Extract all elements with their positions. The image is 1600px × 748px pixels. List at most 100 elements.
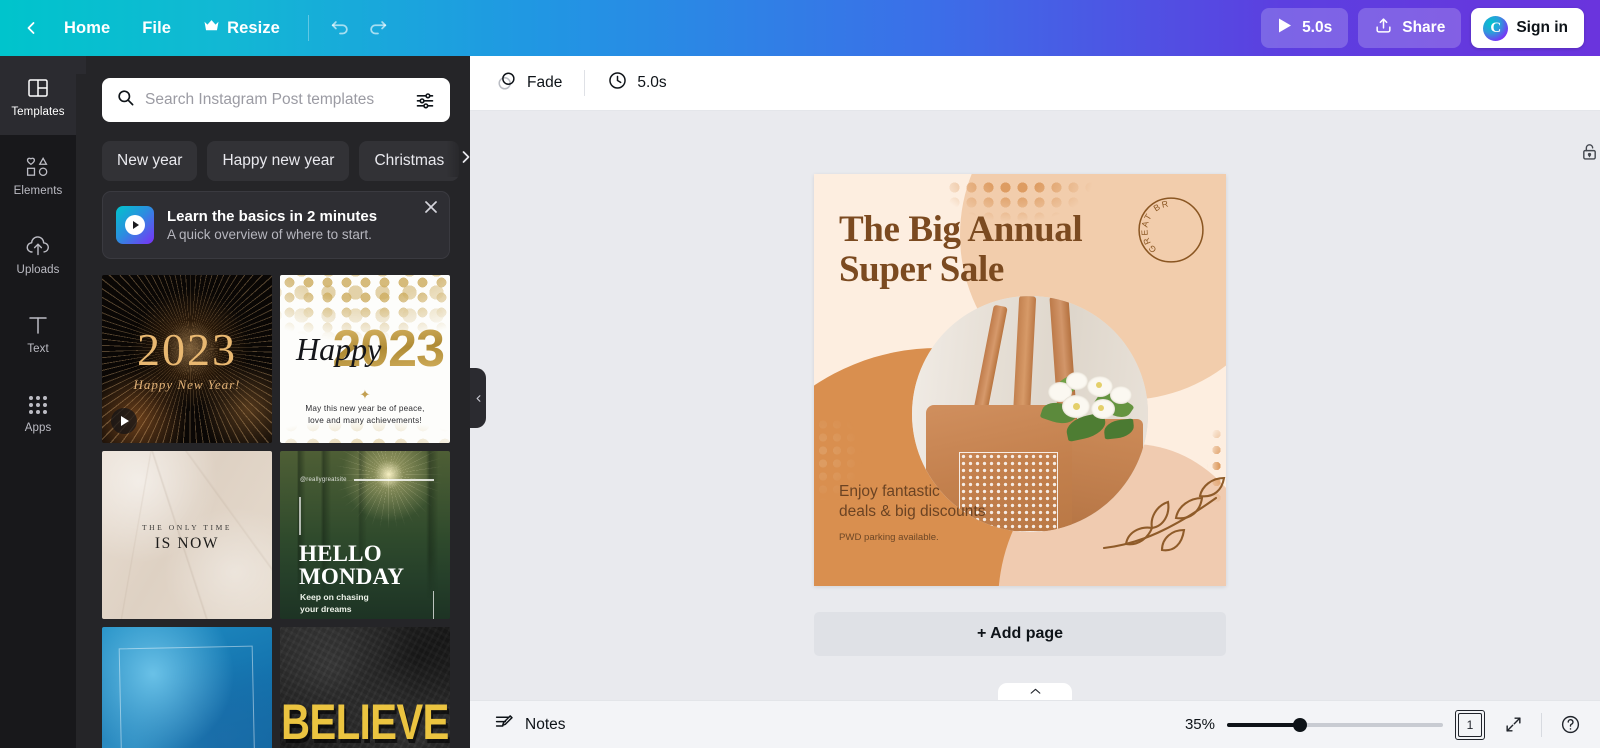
design-fine-print[interactable]: PWD parking available.	[839, 532, 939, 543]
zoom-level-label[interactable]: 35%	[1175, 716, 1215, 733]
sidebar-item-uploads[interactable]: Uploads	[0, 214, 76, 293]
template-card-fireworks-new-year[interactable]: 2023 Happy New Year!	[102, 275, 272, 443]
page-tools	[1572, 134, 1600, 168]
help-question-icon[interactable]	[1554, 709, 1586, 741]
promo-title: Learn the basics in 2 minutes	[167, 208, 378, 225]
template-script: Happy New Year!	[133, 377, 241, 392]
promo-subtitle: A quick overview of where to start.	[167, 227, 372, 242]
sidebar-item-templates[interactable]: Templates	[0, 56, 76, 135]
template-card-forest-hello-monday[interactable]: @reallygreatsite HELLO MONDAY Keep on ch…	[280, 451, 450, 619]
template-card-marble-is-now[interactable]: THE ONLY TIME IS NOW	[102, 451, 272, 619]
left-rail: Templates Elements Uploads Text Apps	[0, 56, 76, 748]
home-label: Home	[64, 18, 111, 37]
duration-button[interactable]: 5.0s	[595, 64, 678, 102]
sidebar-item-label: Uploads	[16, 263, 60, 276]
brand-stamp-badge[interactable]: GREAT BRAND REALLY	[1129, 184, 1209, 268]
clock-icon	[607, 70, 628, 96]
divider	[1541, 712, 1542, 737]
sidebar-item-apps[interactable]: Apps	[0, 372, 76, 451]
play-icon	[1277, 17, 1293, 39]
leaf-line-art-decoration	[1100, 474, 1226, 570]
file-menu-button[interactable]: File	[126, 12, 187, 45]
sidebar-item-label: Templates	[11, 105, 65, 118]
slider-fill	[1227, 722, 1301, 727]
share-button[interactable]: Share	[1358, 8, 1462, 48]
design-title[interactable]: The Big Annual Super Sale	[839, 210, 1139, 290]
rule-line	[299, 497, 301, 535]
slider-knob[interactable]	[1293, 717, 1308, 732]
template-card-blue-watercolor-frame[interactable]	[102, 627, 272, 748]
sidebar-item-label: Apps	[24, 421, 52, 434]
template-subline: Keep on chasing your dreams	[300, 592, 369, 614]
divider	[307, 15, 309, 41]
bottom-bar: Notes 35% 1	[470, 700, 1600, 748]
transition-label: Fade	[527, 74, 563, 91]
add-page-button[interactable]: + Add page	[814, 612, 1226, 656]
search-row	[76, 56, 470, 122]
chip-label: New year	[117, 151, 183, 169]
notes-button[interactable]: Notes	[484, 708, 576, 742]
search-input[interactable]	[145, 91, 402, 109]
page-count-icon[interactable]: 1	[1455, 709, 1485, 740]
rule-line	[432, 591, 434, 619]
shapes-icon	[25, 153, 51, 179]
close-icon[interactable]	[421, 197, 441, 217]
sidebar-item-elements[interactable]: Elements	[0, 135, 76, 214]
chip-happy-new-year[interactable]: Happy new year	[207, 140, 350, 181]
chevron-right-icon[interactable]	[446, 137, 470, 177]
svg-text:GREAT BRAND REALLY: GREAT BRAND REALLY	[1133, 192, 1171, 255]
template-headline: HELLO MONDAY	[299, 541, 405, 589]
transition-button[interactable]: Fade	[484, 64, 574, 102]
template-card-gold-happy-2023[interactable]: 2023 Happy ✦ May this new year be of pea…	[280, 275, 450, 443]
notes-label: Notes	[525, 715, 566, 733]
template-headline: BELIEVE	[281, 695, 449, 748]
redo-icon[interactable]	[359, 9, 397, 47]
canva-logo: C	[1483, 15, 1509, 41]
top-bar-right-group: 5.0s Share C Sign in	[1261, 8, 1600, 48]
sparkle-icon: ✦	[359, 387, 371, 402]
template-caption: May this new year be of peace, love and …	[305, 404, 425, 425]
chip-christmas[interactable]: Christmas	[359, 140, 460, 181]
unlock-icon[interactable]	[1572, 134, 1600, 168]
home-menu-button[interactable]: Home	[48, 12, 126, 45]
search-box[interactable]	[102, 78, 450, 122]
zoom-slider[interactable]	[1227, 714, 1443, 736]
promo-banner[interactable]: Learn the basics in 2 minutes A quick ov…	[102, 191, 450, 259]
design-canvas[interactable]: The Big Annual Super Sale GREAT BRAND RE…	[814, 174, 1226, 586]
add-page-label: + Add page	[976, 625, 1064, 642]
white-flowers	[1039, 357, 1143, 451]
canva-editor-window: Home File Resize 5.0s Share C Sign in Te…	[0, 0, 1600, 748]
rule-line	[354, 479, 434, 481]
keyword-chips: New year Happy new year Christmas	[76, 122, 470, 184]
template-year: 2023	[137, 324, 237, 375]
undo-icon[interactable]	[321, 9, 359, 47]
bottom-bar-right-group: 35% 1	[1175, 709, 1586, 741]
chevron-left-icon[interactable]	[14, 11, 48, 45]
play-circle-icon	[116, 206, 154, 244]
design-subtitle[interactable]: Enjoy fantastic deals & big discounts	[839, 482, 985, 522]
divider	[584, 70, 586, 96]
template-card-believe-dark-texture[interactable]: BELIEVE	[280, 627, 450, 748]
expand-arrows-icon[interactable]	[1497, 709, 1529, 741]
template-handle: @reallygreatsite	[300, 477, 347, 483]
collapse-panel-handle[interactable]	[470, 368, 486, 428]
sign-in-button[interactable]: C Sign in	[1471, 8, 1584, 48]
file-label: File	[142, 18, 172, 37]
transition-fade-icon	[496, 70, 518, 97]
page-count-label: 1	[1465, 717, 1475, 732]
play-icon[interactable]	[111, 408, 137, 434]
cloud-upload-icon	[25, 232, 51, 258]
text-t-icon	[26, 311, 50, 337]
design-page[interactable]: The Big Annual Super Sale GREAT BRAND RE…	[814, 174, 1226, 586]
chevron-up-icon[interactable]	[998, 683, 1072, 700]
filter-sliders-icon[interactable]	[412, 87, 438, 113]
top-bar: Home File Resize 5.0s Share C Sign in	[0, 0, 1600, 56]
resize-button[interactable]: Resize	[187, 12, 296, 45]
duration-label: 5.0s	[637, 74, 667, 91]
chip-new-year[interactable]: New year	[102, 140, 198, 181]
resize-label: Resize	[227, 18, 280, 37]
share-label: Share	[1402, 19, 1446, 36]
chip-label: Christmas	[374, 151, 445, 169]
preview-play-button[interactable]: 5.0s	[1261, 8, 1349, 48]
sidebar-item-text[interactable]: Text	[0, 293, 76, 372]
